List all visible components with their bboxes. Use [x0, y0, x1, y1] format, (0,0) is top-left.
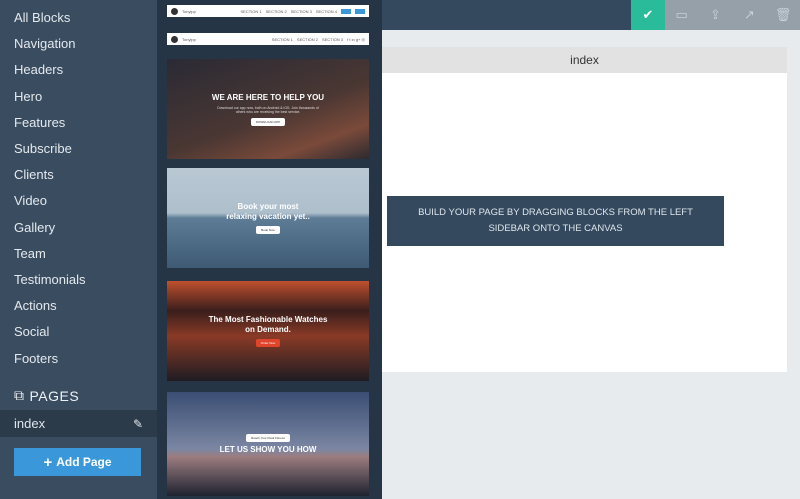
save-check-icon[interactable]: ✔ [631, 0, 665, 30]
page-canvas[interactable]: index BUILD YOUR PAGE BY DRAGGING BLOCKS… [382, 47, 787, 372]
logo-icon [171, 35, 178, 43]
pages-icon: ⧉ [14, 387, 25, 403]
open-external-icon[interactable]: ↗ [732, 0, 766, 30]
category-video[interactable]: Video [14, 193, 47, 208]
social-icons: f t in g+ ◎ [347, 36, 365, 42]
category-subscribe[interactable]: Subscribe [14, 141, 72, 156]
logo-icon [171, 7, 178, 15]
preview-window-icon[interactable]: ▭ [665, 0, 699, 30]
block-thumbnails-panel[interactable]: Tonyipp SECTION 1 SECTION 2 SECTION 3 SECTI… [157, 0, 382, 499]
category-all-blocks[interactable]: All Blocks [14, 10, 70, 25]
trash-icon[interactable]: 🗑 [766, 0, 800, 30]
category-team[interactable]: Team [14, 246, 46, 261]
category-footers[interactable]: Footers [14, 351, 58, 366]
toolbar-actions: ✔ ▭ ⇪ ↗ 🗑 [631, 0, 800, 30]
block-thumbnail-hero-3[interactable]: The Most Fashionable Watches on Demand. … [167, 281, 369, 381]
block-thumbnail-hero-4[interactable]: Reach Your Peak Fitness LET US SHOW YOU … [167, 392, 369, 496]
empty-canvas-message: BUILD YOUR PAGE BY DRAGGING BLOCKS FROM … [387, 196, 724, 246]
nav-button-shape [341, 8, 351, 14]
category-features[interactable]: Features [14, 115, 65, 130]
nav-button-shape [355, 8, 365, 14]
pages-heading: ⧉ PAGES [14, 387, 80, 404]
category-hero[interactable]: Hero [14, 89, 42, 104]
category-clients[interactable]: Clients [14, 167, 54, 182]
category-actions[interactable]: Actions [14, 298, 57, 313]
category-social[interactable]: Social [14, 324, 49, 339]
category-testimonials[interactable]: Testimonials [14, 272, 86, 287]
edit-icon[interactable]: ✎ [133, 417, 143, 431]
add-page-button[interactable]: + Add Page [14, 448, 141, 476]
category-navigation[interactable]: Navigation [14, 36, 75, 51]
page-name: index [14, 416, 46, 431]
category-headers[interactable]: Headers [14, 62, 63, 77]
plus-icon: + [43, 453, 53, 471]
page-item-index[interactable]: index ✎ [0, 410, 157, 437]
block-thumbnail-nav-2[interactable]: Tonyipp SECTION 1 SECTION 2 SECTION 3f t i… [167, 33, 369, 45]
block-thumbnail-nav-1[interactable]: Tonyipp SECTION 1 SECTION 2 SECTION 3 SECTI… [167, 5, 369, 17]
canvas-page-tab: index [382, 47, 787, 73]
blocks-sidebar: All Blocks Navigation Headers Hero Features S… [0, 0, 157, 499]
block-thumbnail-hero-1[interactable]: WE ARE HERE TO HELP YOU Download our app… [167, 59, 369, 159]
export-icon[interactable]: ⇪ [699, 0, 733, 30]
category-gallery[interactable]: Gallery [14, 220, 55, 235]
block-thumbnail-hero-2[interactable]: Book your most relaxing vacation yet.. B… [167, 168, 369, 268]
